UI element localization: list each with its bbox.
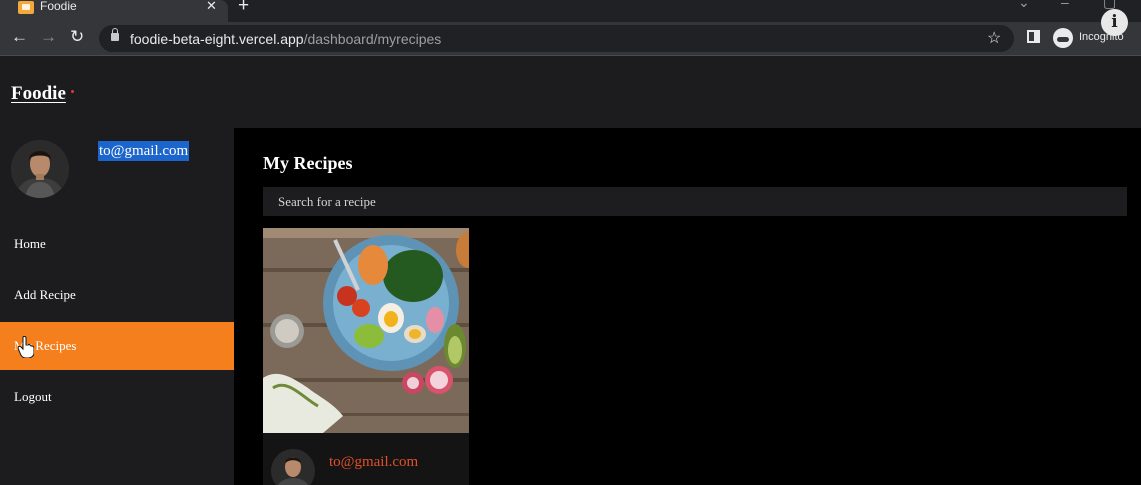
tab-title: Foodie xyxy=(40,0,77,13)
incognito-icon[interactable] xyxy=(1053,28,1073,48)
author-email-link[interactable]: to@gmail.com xyxy=(329,454,418,471)
user-email: to@gmail.com xyxy=(98,141,190,161)
lock-icon xyxy=(111,28,119,41)
sidebar-item-home[interactable]: Home xyxy=(0,220,234,268)
browser-tab[interactable]: Foodie ✕ xyxy=(0,0,228,22)
sidebar-item-my-recipes[interactable]: My Recipes xyxy=(0,322,234,370)
tab-search-icon[interactable]: ⌄ xyxy=(1018,0,1030,11)
sidebar-item-logout[interactable]: Logout xyxy=(0,373,234,421)
page-title: My Recipes xyxy=(263,153,353,173)
app-page: Foodie to@gmail.com Home Add Recipe My R… xyxy=(0,56,1141,485)
sidebar-item-add-recipe[interactable]: Add Recipe xyxy=(0,271,234,319)
hand-cursor-icon xyxy=(18,336,34,358)
favicon-icon xyxy=(18,1,34,14)
back-icon[interactable]: ← xyxy=(11,27,28,47)
url-text: foodie-beta-eight.vercel.app/dashboard/m… xyxy=(130,31,442,47)
app-logo[interactable]: Foodie xyxy=(11,83,66,105)
author-avatar xyxy=(271,449,315,485)
browser-tab-strip: Foodie ✕ + ⌄ – ▢ xyxy=(0,0,1141,22)
address-bar[interactable]: foodie-beta-eight.vercel.app/dashboard/m… xyxy=(99,25,1014,52)
logo-dot xyxy=(71,90,74,93)
bookmark-star-icon[interactable]: ☆ xyxy=(987,28,1001,48)
search-input[interactable] xyxy=(263,187,1127,216)
recipe-card[interactable]: to@gmail.com xyxy=(263,228,469,485)
info-icon[interactable]: i xyxy=(1101,9,1128,36)
minimize-icon[interactable]: – xyxy=(1061,0,1069,10)
forward-icon[interactable]: → xyxy=(40,27,57,47)
new-tab-icon[interactable]: + xyxy=(238,0,249,17)
close-tab-icon[interactable]: ✕ xyxy=(206,0,217,14)
sidebar: to@gmail.com Home Add Recipe My Recipes … xyxy=(0,128,234,485)
main-content: My Recipes Search for a recipe to@gmail.… xyxy=(234,128,1141,485)
recipe-image xyxy=(263,228,469,433)
avatar xyxy=(11,140,69,198)
side-panel-icon[interactable] xyxy=(1027,30,1040,43)
reload-icon[interactable]: ↻ xyxy=(70,27,84,47)
browser-toolbar: ← → ↻ foodie-beta-eight.vercel.app/dashb… xyxy=(0,22,1141,55)
